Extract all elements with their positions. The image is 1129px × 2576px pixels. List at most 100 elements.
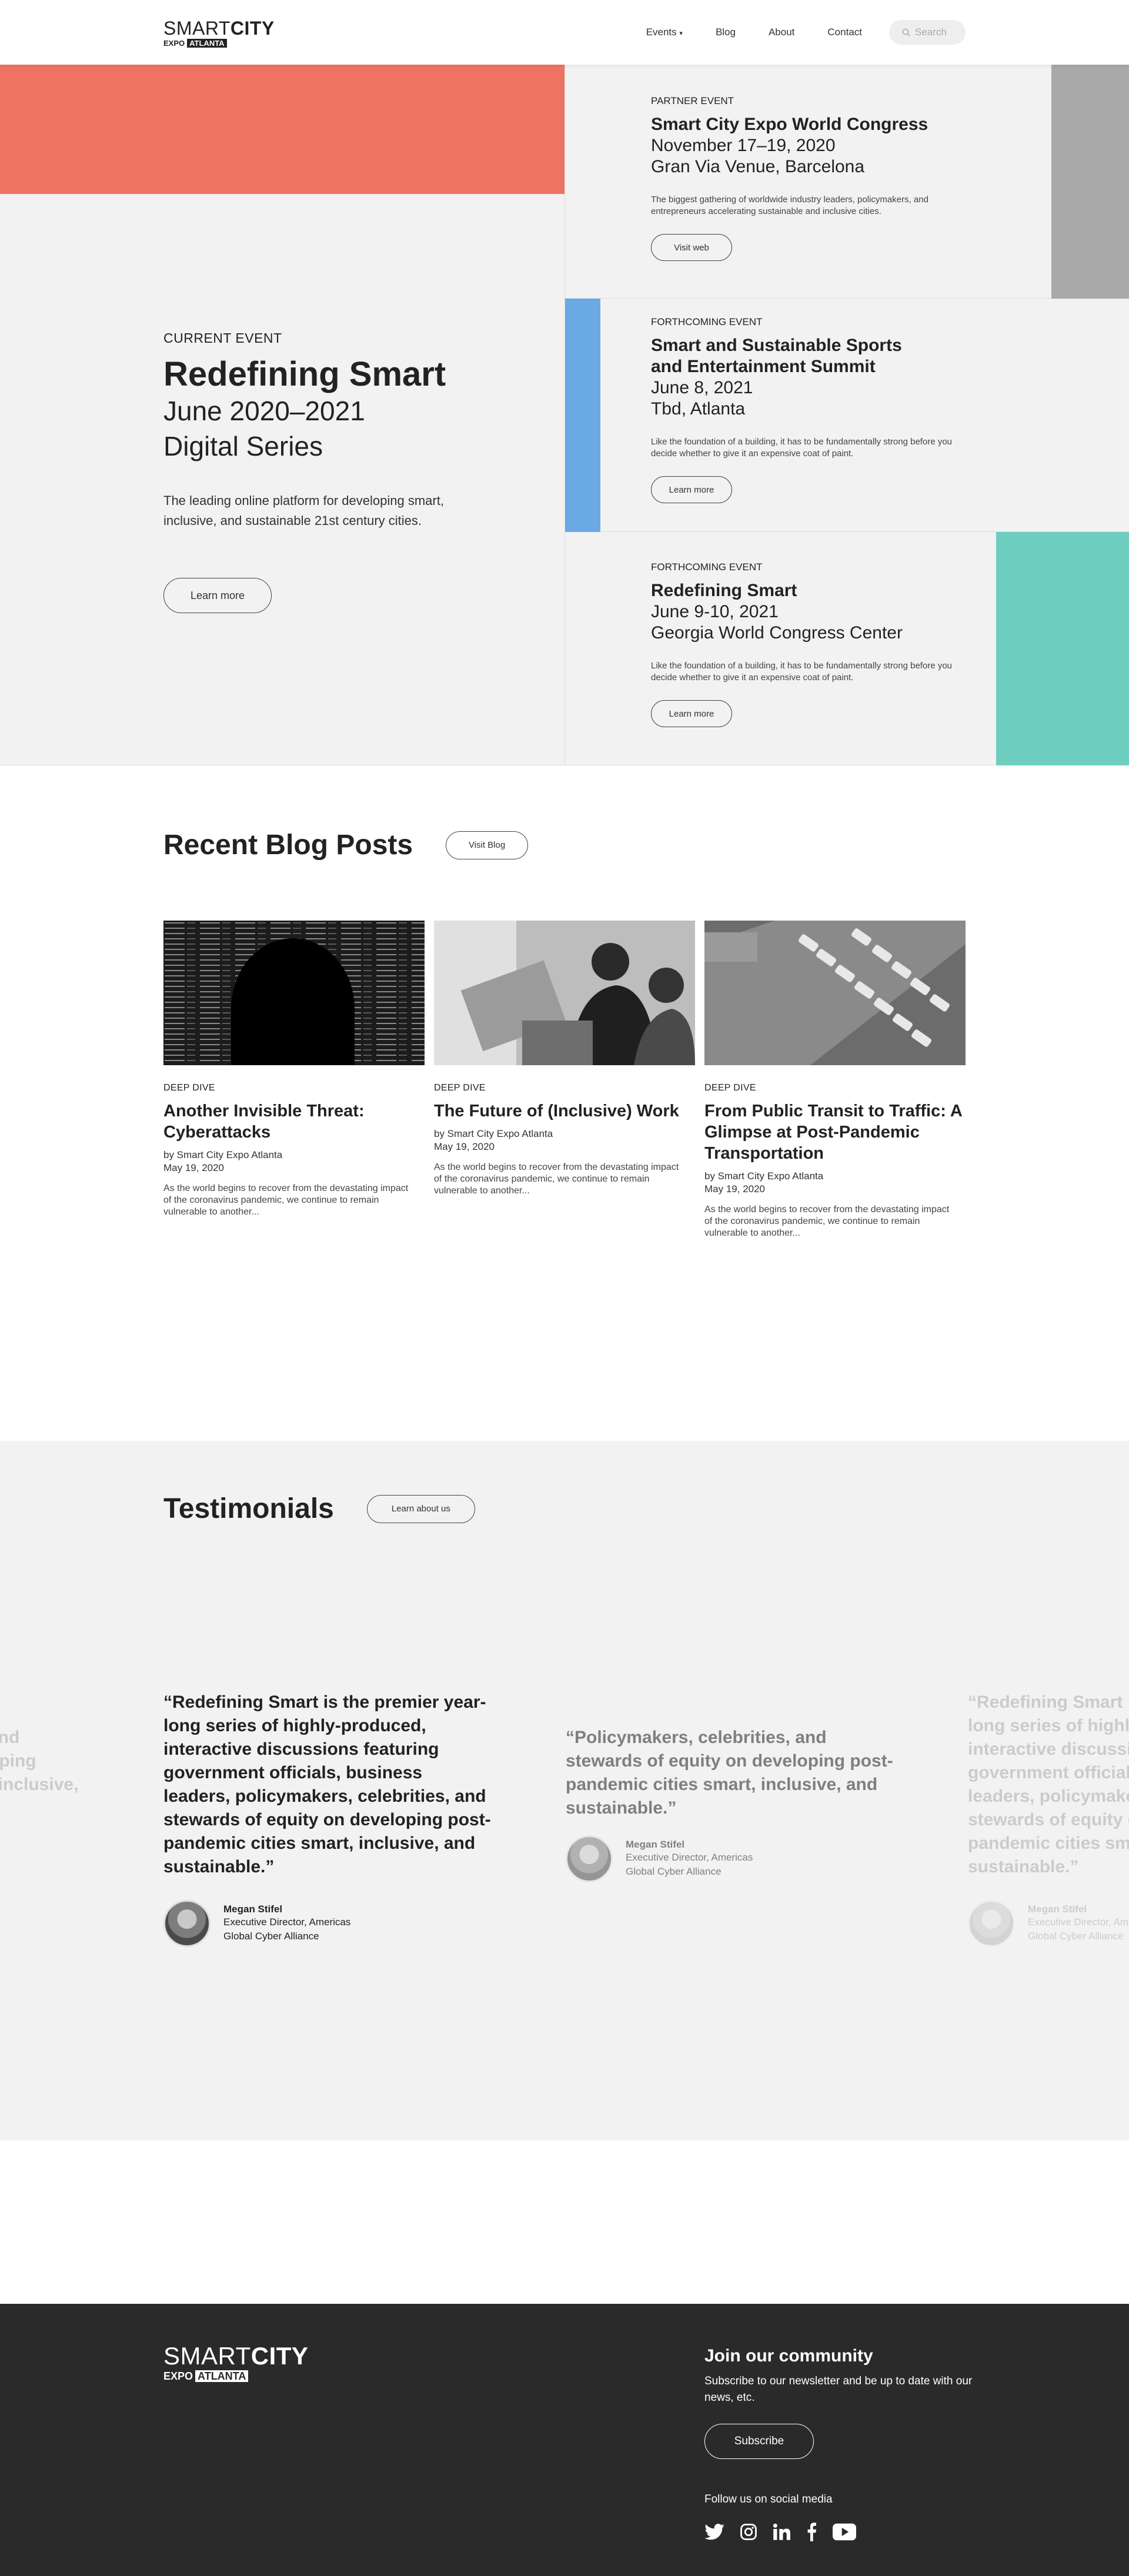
event-accent-blue	[565, 299, 600, 532]
event-venue: Tbd, Atlanta	[651, 399, 746, 419]
post-date: May 19, 2020	[434, 1141, 495, 1152]
join-text: Subscribe to our newsletter and be up to…	[704, 2375, 973, 2404]
testimonial-quote: and oping , inclusive,	[0, 1728, 79, 1794]
learn-more-button[interactable]: Learn more	[651, 476, 732, 503]
person-org: Global Cyber Alliance	[626, 1866, 722, 1877]
event-title: Smart and Sustainable Sports and Enterta…	[651, 336, 902, 376]
search-placeholder: Search	[915, 26, 947, 38]
join-title: Join our community	[704, 2346, 873, 2366]
post-author: by Smart City Expo Atlanta	[434, 1128, 553, 1139]
event-date: June 9-10, 2021	[651, 602, 779, 621]
blog-posts: DEEP DIVE Another Invisible Threat: Cybe…	[163, 921, 966, 1239]
testimonial-person: Megan Stifel Executive Director, America…	[968, 1900, 1129, 1947]
post-author: by Smart City Expo Atlanta	[163, 1149, 283, 1160]
post-image-inclusive-work[interactable]	[434, 921, 695, 1065]
person-role: Executive Director, Americas	[626, 1852, 753, 1863]
blog-post-card[interactable]: DEEP DIVE The Future of (Inclusive) Work…	[434, 921, 695, 1239]
learn-more-button[interactable]: Learn more	[651, 700, 732, 727]
avatar	[163, 1900, 211, 1947]
post-image-cyberattacks[interactable]	[163, 921, 425, 1065]
person-name: Megan Stifel	[1028, 1903, 1087, 1915]
post-title[interactable]: From Public Transit to Traffic: A Glimps…	[704, 1100, 966, 1164]
post-date: May 19, 2020	[163, 1162, 225, 1173]
post-date: May 19, 2020	[704, 1183, 766, 1195]
newsletter-signup: Join our community Subscribe to our news…	[704, 2346, 975, 2541]
blog-post-card[interactable]: DEEP DIVE Another Invisible Threat: Cybe…	[163, 921, 425, 1239]
testimonial-quote: “Policymakers, celebrities, and stewards…	[566, 1728, 893, 1818]
current-event-eyebrow: CURRENT EVENT	[163, 330, 282, 346]
event-date: June 8, 2021	[651, 378, 753, 397]
person-name: Megan Stifel	[626, 1839, 685, 1850]
testimonial-quote: “Redefining Smart is the premier year-lo…	[163, 1692, 491, 1876]
post-excerpt: As the world begins to recover from the …	[163, 1183, 409, 1217]
nav-blog[interactable]: Blog	[716, 26, 736, 38]
post-author: by Smart City Expo Atlanta	[704, 1170, 824, 1182]
event-venue: Gran Via Venue, Barcelona	[651, 157, 865, 176]
current-event: CURRENT EVENT Redefining Smart June 2020…	[163, 330, 493, 613]
post-category: DEEP DIVE	[434, 1083, 486, 1093]
testimonial-partial-left: and oping , inclusive,	[0, 1726, 94, 1796]
linkedin-icon[interactable]	[773, 2523, 790, 2541]
site-logo[interactable]: SMARTCITY EXPO ATLANTA	[163, 19, 275, 48]
testimonial-person: Megan Stifel Executive Director, America…	[163, 1900, 493, 1947]
event-accent-gray	[1051, 65, 1129, 299]
facebook-icon[interactable]	[806, 2523, 817, 2541]
logo-subtitle: EXPO ATLANTA	[163, 39, 275, 48]
logo-subtitle: EXPO ATLANTA	[163, 2370, 308, 2383]
visit-blog-button[interactable]: Visit Blog	[446, 831, 529, 859]
person-name: Megan Stifel	[223, 1903, 283, 1915]
social-links	[704, 2523, 975, 2541]
nav-about[interactable]: About	[769, 26, 794, 38]
testimonials-heading: Testimonials	[163, 1493, 334, 1524]
post-title[interactable]: The Future of (Inclusive) Work	[434, 1100, 695, 1122]
youtube-icon[interactable]	[833, 2523, 856, 2541]
current-event-description: The leading online platform for developi…	[163, 493, 444, 528]
learn-more-button[interactable]: Learn more	[163, 578, 272, 613]
post-excerpt: As the world begins to recover from the …	[434, 1162, 679, 1196]
person-role: Executive Director, Americas	[1028, 1916, 1129, 1928]
event-kind: PARTNER EVENT	[651, 95, 734, 106]
testimonials-section: Testimonials Learn about us and oping , …	[0, 1441, 1129, 2140]
subscribe-button[interactable]: Subscribe	[704, 2424, 814, 2459]
nav-contact[interactable]: Contact	[827, 26, 862, 38]
chevron-down-icon: ▾	[679, 30, 683, 37]
twitter-icon[interactable]	[704, 2524, 724, 2540]
blog-header: Recent Blog Posts Visit Blog	[163, 829, 529, 861]
event-title: Redefining Smart	[651, 581, 797, 600]
site-footer: SMARTCITY EXPO ATLANTA Join our community…	[0, 2304, 1129, 2576]
event-card-redefining-smart: FORTHCOMING EVENT Redefining Smart June …	[564, 532, 1129, 765]
post-title[interactable]: Another Invisible Threat: Cyberattacks	[163, 1100, 425, 1143]
event-title: Smart City Expo World Congress	[651, 115, 928, 134]
event-kind: FORTHCOMING EVENT	[651, 561, 763, 573]
main-nav: Events ▾ Blog About Contact Search	[646, 20, 966, 45]
current-event-date: June 2020–2021	[163, 396, 365, 426]
testimonials-header: Testimonials Learn about us	[163, 1493, 475, 1525]
event-accent-teal	[996, 532, 1129, 765]
search-icon	[902, 28, 910, 36]
page-spacer	[0, 2140, 1129, 2304]
person-role: Executive Director, Americas	[223, 1916, 351, 1928]
instagram-icon[interactable]	[740, 2523, 757, 2541]
event-description: Like the foundation of a building, it ha…	[651, 437, 953, 459]
blog-heading: Recent Blog Posts	[163, 829, 413, 861]
logo-wordmark: SMARTCITY	[163, 18, 275, 39]
post-excerpt: As the world begins to recover from the …	[704, 1205, 950, 1238]
event-description: Like the foundation of a building, it ha…	[651, 661, 953, 683]
post-image-transportation[interactable]	[704, 921, 966, 1065]
event-card-sports-summit: FORTHCOMING EVENT Smart and Sustainable …	[564, 299, 1129, 532]
nav-events[interactable]: Events ▾	[646, 26, 683, 38]
event-description: The biggest gathering of worldwide indus…	[651, 195, 928, 216]
footer-logo[interactable]: SMARTCITY EXPO ATLANTA	[163, 2344, 308, 2383]
blog-section: Recent Blog Posts Visit Blog DEEP DIVE A…	[0, 765, 1129, 1441]
testimonial-quote: “Redefining Smart is the premier year-lo…	[968, 1692, 1129, 1876]
learn-about-us-button[interactable]: Learn about us	[366, 1494, 475, 1523]
visit-web-button[interactable]: Visit web	[651, 234, 732, 261]
search-input[interactable]: Search	[889, 20, 966, 45]
post-category: DEEP DIVE	[163, 1083, 215, 1093]
testimonial-second: “Policymakers, celebrities, and stewards…	[566, 1726, 895, 1882]
event-date: November 17–19, 2020	[651, 136, 836, 155]
current-event-format: Digital Series	[163, 431, 323, 461]
hero-coral-block	[0, 65, 564, 194]
blog-post-card[interactable]: DEEP DIVE From Public Transit to Traffic…	[704, 921, 966, 1239]
event-venue: Georgia World Congress Center	[651, 623, 903, 643]
